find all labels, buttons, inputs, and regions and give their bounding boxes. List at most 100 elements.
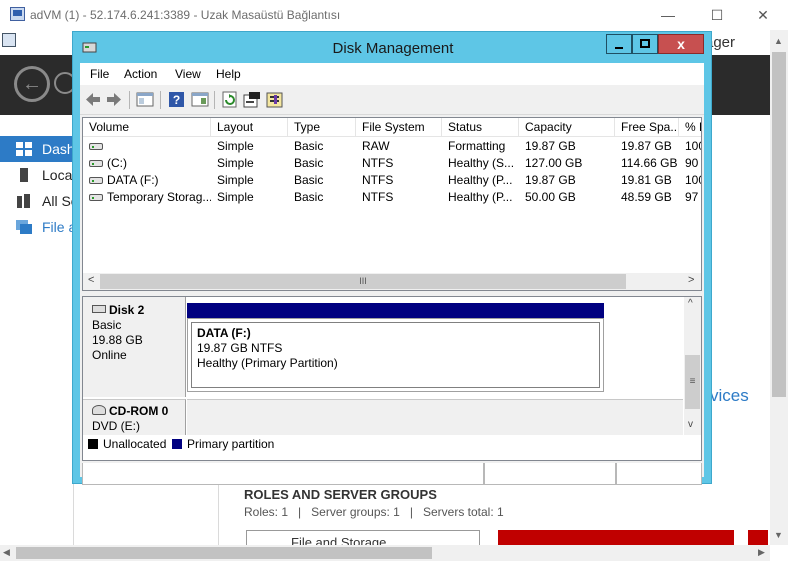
table-row[interactable]: Temporary Storag... Simple Basic NTFS He… bbox=[83, 189, 701, 206]
status-segment bbox=[82, 463, 484, 485]
disk-2-info[interactable]: Disk 2 Basic 19.88 GB Online bbox=[83, 297, 186, 397]
scroll-down-icon[interactable]: ▼ bbox=[774, 530, 783, 540]
action-pane-icon[interactable] bbox=[191, 91, 209, 108]
cd-drive-icon bbox=[92, 405, 106, 415]
scroll-up-icon[interactable]: ^ bbox=[688, 298, 693, 309]
menu-bar: File Action View Help bbox=[80, 63, 704, 85]
cell-status: Healthy (S... bbox=[448, 156, 515, 170]
scroll-right-icon[interactable]: ▶ bbox=[758, 547, 765, 558]
column-header-file-system[interactable]: File System bbox=[356, 118, 442, 137]
cell-status: Healthy (P... bbox=[448, 173, 513, 187]
cell-capacity: 50.00 GB bbox=[525, 190, 576, 204]
show-hide-console-tree-icon[interactable] bbox=[136, 91, 154, 108]
window-client-area: File Action View Help ? Volume Layout Ty… bbox=[80, 63, 704, 485]
services-link[interactable]: vices bbox=[710, 386, 749, 406]
scroll-left-icon[interactable]: ◀ bbox=[3, 547, 10, 558]
table-row[interactable]: (C:) Simple Basic NTFS Healthy (S... 127… bbox=[83, 155, 701, 172]
scroll-down-icon[interactable]: v bbox=[688, 419, 693, 430]
file-storage-icon bbox=[16, 220, 32, 234]
settings-icon[interactable] bbox=[266, 91, 284, 108]
horizontal-scrollbar[interactable]: ◀ ▶ bbox=[0, 545, 770, 561]
cell-percent-free: 97 bbox=[685, 190, 699, 204]
menu-action[interactable]: Action bbox=[124, 67, 157, 81]
file-storage-tile[interactable]: File and Storage bbox=[246, 530, 480, 545]
server-status-tile[interactable] bbox=[498, 530, 734, 545]
properties-icon[interactable] bbox=[243, 91, 261, 108]
table-row[interactable]: DATA (F:) Simple Basic NTFS Healthy (P..… bbox=[83, 172, 701, 189]
server-status-tile[interactable] bbox=[748, 530, 768, 545]
unallocated-swatch bbox=[88, 439, 98, 449]
cell-volume bbox=[83, 138, 211, 155]
toolbar-separator bbox=[160, 91, 161, 109]
disk-type: Basic bbox=[92, 318, 122, 332]
legend-unallocated: Unallocated bbox=[103, 437, 167, 451]
rdp-window-title: adVM (1) - 52.174.6.241:3389 - Uzak Masa… bbox=[30, 8, 341, 22]
cell-file-system: NTFS bbox=[362, 190, 394, 204]
partition-details: DATA (F:) 19.87 GB NTFS Healthy (Primary… bbox=[191, 322, 600, 388]
scroll-thumb[interactable] bbox=[772, 52, 786, 397]
forward-icon[interactable] bbox=[105, 91, 123, 108]
help-icon[interactable]: ? bbox=[168, 91, 186, 108]
drive-icon bbox=[89, 160, 103, 167]
nav-item-local-server[interactable]: Local bbox=[0, 162, 74, 188]
rdp-minimize-button[interactable]: — bbox=[645, 0, 691, 30]
cell-free-space: 19.87 GB bbox=[621, 139, 672, 153]
column-header-free-space[interactable]: Free Spa... bbox=[615, 118, 679, 137]
scroll-thumb[interactable] bbox=[16, 547, 432, 559]
cell-layout: Simple bbox=[217, 190, 254, 204]
nav-item-file-storage[interactable]: File a bbox=[0, 214, 74, 240]
disk-graphical-view: Disk 2 Basic 19.88 GB Online DATA (F:) 1… bbox=[82, 296, 702, 461]
cdrom-0-info[interactable]: CD-ROM 0 DVD (E:) bbox=[83, 399, 186, 435]
disk-size: 19.88 GB bbox=[92, 333, 143, 347]
nav-item-label: File a bbox=[42, 219, 74, 235]
cell-type: Basic bbox=[294, 173, 324, 187]
nav-item-all-servers[interactable]: All Se bbox=[0, 188, 74, 214]
partition-name: DATA (F:) bbox=[197, 326, 251, 340]
column-header-type[interactable]: Type bbox=[288, 118, 356, 137]
scroll-thumb[interactable]: III bbox=[100, 274, 626, 289]
primary-partition-bar bbox=[187, 303, 604, 318]
scroll-left-icon[interactable]: < bbox=[88, 274, 94, 286]
rdp-close-button[interactable]: ✕ bbox=[740, 0, 786, 30]
column-header-layout[interactable]: Layout bbox=[211, 118, 288, 137]
scroll-right-icon[interactable]: > bbox=[688, 274, 694, 286]
partition-status: Healthy (Primary Partition) bbox=[197, 356, 338, 370]
table-row[interactable]: Simple Basic RAW Formatting 19.87 GB 19.… bbox=[83, 138, 701, 155]
cell-volume: Temporary Storag... bbox=[83, 189, 211, 206]
back-arrow-icon[interactable]: ← bbox=[14, 66, 50, 102]
cell-free-space: 114.66 GB bbox=[621, 156, 678, 170]
cell-volume: DATA (F:) bbox=[83, 172, 211, 189]
menu-help[interactable]: Help bbox=[216, 67, 241, 81]
scroll-thumb[interactable]: ≡ bbox=[685, 355, 700, 409]
drive-icon bbox=[89, 194, 103, 201]
disk-icon bbox=[92, 305, 106, 313]
partition-data-f[interactable]: DATA (F:) 19.87 GB NTFS Healthy (Primary… bbox=[187, 318, 604, 392]
graph-vertical-scrollbar[interactable]: ^ ≡ v bbox=[684, 297, 701, 435]
cell-free-space: 19.81 GB bbox=[621, 173, 672, 187]
menu-view[interactable]: View bbox=[175, 67, 201, 81]
cell-free-space: 48.59 GB bbox=[621, 190, 672, 204]
back-icon[interactable] bbox=[84, 91, 102, 108]
refresh-icon[interactable] bbox=[221, 91, 239, 108]
server-manager-nav: Dash Local All Se File a bbox=[0, 134, 74, 545]
legend: Unallocated Primary partition bbox=[83, 435, 701, 460]
legend-primary-partition: Primary partition bbox=[187, 437, 275, 451]
rdp-maximize-button[interactable]: ☐ bbox=[694, 0, 740, 30]
close-button[interactable]: x bbox=[658, 34, 704, 54]
scroll-up-icon[interactable]: ▲ bbox=[774, 36, 783, 46]
column-header-capacity[interactable]: Capacity bbox=[519, 118, 615, 137]
dashboard-icon bbox=[16, 142, 32, 156]
menu-file[interactable]: File bbox=[90, 67, 109, 81]
column-header-volume[interactable]: Volume bbox=[83, 118, 211, 137]
status-segment bbox=[616, 463, 702, 485]
disk-name: Disk 2 bbox=[92, 303, 185, 318]
column-header-status[interactable]: Status bbox=[442, 118, 519, 137]
servers-icon bbox=[17, 194, 30, 208]
column-header-percent-free[interactable]: % F bbox=[679, 118, 701, 137]
nav-item-dashboard[interactable]: Dash bbox=[0, 136, 74, 162]
list-horizontal-scrollbar[interactable]: < III > bbox=[83, 273, 701, 290]
minimize-button[interactable] bbox=[606, 34, 632, 54]
maximize-button[interactable] bbox=[632, 34, 658, 54]
roles-summary: Roles: 1 | Server groups: 1 | Servers to… bbox=[244, 505, 504, 519]
vertical-scrollbar[interactable]: ▲ ▼ bbox=[770, 30, 788, 545]
